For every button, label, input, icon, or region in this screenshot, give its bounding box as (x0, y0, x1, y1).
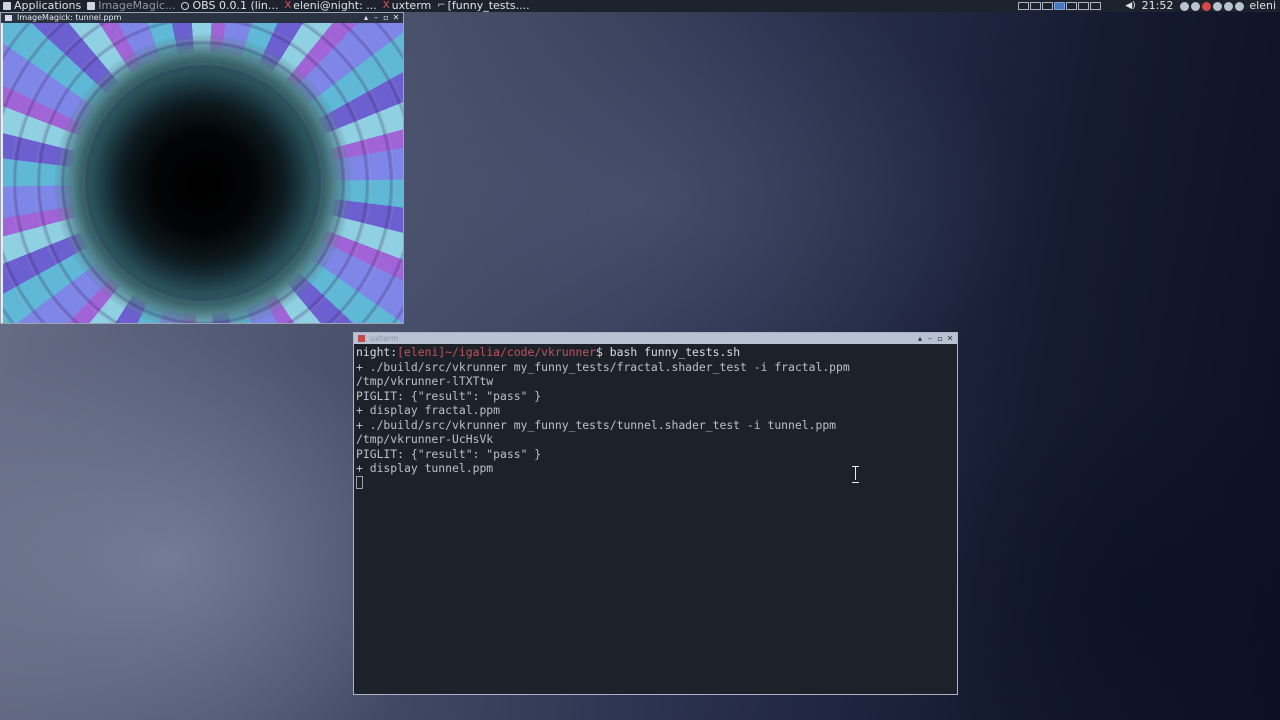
window-menu-icon[interactable] (5, 15, 12, 21)
taskbar-item-eleni-terminal[interactable]: X eleni@night: ... (281, 0, 379, 12)
imagemagick-icon (87, 2, 96, 10)
output-line: + display tunnel.ppm (356, 461, 494, 475)
output-line: + display fractal.ppm (356, 403, 501, 417)
window-title: ImageMagick: tunnel.ppm (17, 13, 122, 22)
tunnel-image[interactable] (3, 23, 403, 323)
taskbar-item-uxterm[interactable]: X uxterm (380, 0, 434, 12)
close-icon[interactable]: ✕ (945, 333, 955, 344)
bluetooth-icon[interactable] (1224, 1, 1234, 11)
imagemagick-titlebar[interactable]: ImageMagick: tunnel.ppm ▴ – ▫ ✕ (1, 13, 403, 23)
output-line: + ./build/src/vkrunner my_funny_tests/tu… (356, 417, 837, 432)
panel-tray: ◀) 21:52 eleni (1018, 0, 1280, 12)
terminal-content[interactable]: night:[eleni]~/igalia/code/vkrunner$ bas… (356, 345, 955, 692)
prompt-line: night:[eleni]~/igalia/code/vkrunner$ bas… (356, 345, 955, 360)
uxterm-titlebar[interactable]: uxterm ▴ – ▫ ✕ (354, 333, 957, 344)
prompt-command: bash funny_tests.sh (602, 345, 741, 359)
prompt-host: night: (356, 345, 398, 359)
update-icon[interactable] (1202, 1, 1212, 11)
tunnel-center (73, 53, 333, 313)
taskbar-item-label: ImageMagic... (98, 0, 176, 12)
maximize-icon[interactable]: ▫ (935, 333, 945, 344)
system-tray (1180, 1, 1246, 11)
taskbar-item-label: OBS 0.0.1 (lin... (192, 0, 279, 12)
mouse-ibeam-cursor (852, 466, 860, 483)
uxterm-window[interactable]: uxterm ▴ – ▫ ✕ night:[eleni]~/igalia/cod… (353, 332, 958, 695)
volume-icon[interactable]: ◀) (1122, 0, 1138, 12)
imagemagick-window[interactable]: ImageMagick: tunnel.ppm ▴ – ▫ ✕ (0, 12, 404, 324)
window-controls: ▴ – ▫ ✕ (361, 13, 401, 23)
top-panel: Applications ImageMagic... OBS 0.0.1 (li… (0, 0, 1280, 12)
workspace-7[interactable] (1090, 2, 1102, 10)
pin-icon[interactable]: ▴ (361, 13, 371, 23)
minimize-icon[interactable]: – (925, 333, 935, 344)
pin-icon[interactable]: ▴ (915, 333, 925, 344)
output-line: /tmp/vkrunner-lTXTtw (356, 374, 494, 388)
applications-menu[interactable]: Applications (0, 0, 84, 12)
xterm-icon: X (284, 0, 292, 11)
output-line: /tmp/vkrunner-UcHsVk (356, 432, 494, 446)
user-name[interactable]: eleni (1246, 0, 1280, 12)
workspace-6[interactable] (1078, 2, 1090, 10)
prompt-path: ~/igalia/code/vkrunner (445, 345, 597, 359)
workspace-5[interactable] (1066, 2, 1078, 10)
window-controls: ▴ – ▫ ✕ (915, 333, 955, 343)
applications-menu-icon (3, 2, 11, 10)
terminal-icon: ⌐ (437, 0, 446, 11)
taskbar-item-funny-tests[interactable]: ⌐ [funny_tests.... (434, 0, 532, 12)
output-line: + ./build/src/vkrunner my_funny_tests/fr… (356, 359, 850, 374)
maximize-icon[interactable]: ▫ (381, 13, 391, 23)
taskbar-item-obs[interactable]: OBS 0.0.1 (lin... (178, 0, 281, 12)
prompt-bracket-open: [ (397, 345, 405, 359)
user-icon[interactable] (1235, 1, 1245, 11)
prompt-symbol: $ (596, 345, 603, 359)
power-icon[interactable] (1213, 1, 1223, 11)
output-line: PIGLIT: {"result": "pass" } (356, 388, 542, 403)
network-icon[interactable] (1180, 1, 1190, 11)
close-icon[interactable]: ✕ (391, 13, 401, 23)
applications-menu-label: Applications (14, 0, 82, 12)
minimize-icon[interactable]: – (371, 13, 381, 23)
workspace-3[interactable] (1042, 2, 1054, 10)
cursor-line (356, 475, 955, 491)
settings-icon[interactable] (1191, 1, 1201, 11)
xterm-icon: X (382, 0, 390, 11)
taskbar-item-label: [funny_tests.... (447, 0, 530, 12)
window-title: uxterm (370, 334, 399, 343)
workspace-4[interactable] (1054, 2, 1066, 10)
obs-icon (181, 2, 190, 10)
taskbar-item-label: uxterm (391, 0, 432, 12)
xterm-icon[interactable] (358, 335, 365, 342)
prompt-user: eleni (404, 345, 439, 359)
workspace-1[interactable] (1018, 2, 1030, 10)
clock[interactable]: 21:52 (1139, 0, 1177, 12)
taskbar-item-label: eleni@night: ... (293, 0, 377, 12)
workspace-2[interactable] (1030, 2, 1042, 10)
workspace-switcher[interactable] (1018, 2, 1102, 10)
taskbar-item-imagemagick[interactable]: ImageMagic... (84, 0, 178, 12)
text-cursor (356, 475, 363, 489)
output-line: PIGLIT: {"result": "pass" } (356, 446, 542, 461)
